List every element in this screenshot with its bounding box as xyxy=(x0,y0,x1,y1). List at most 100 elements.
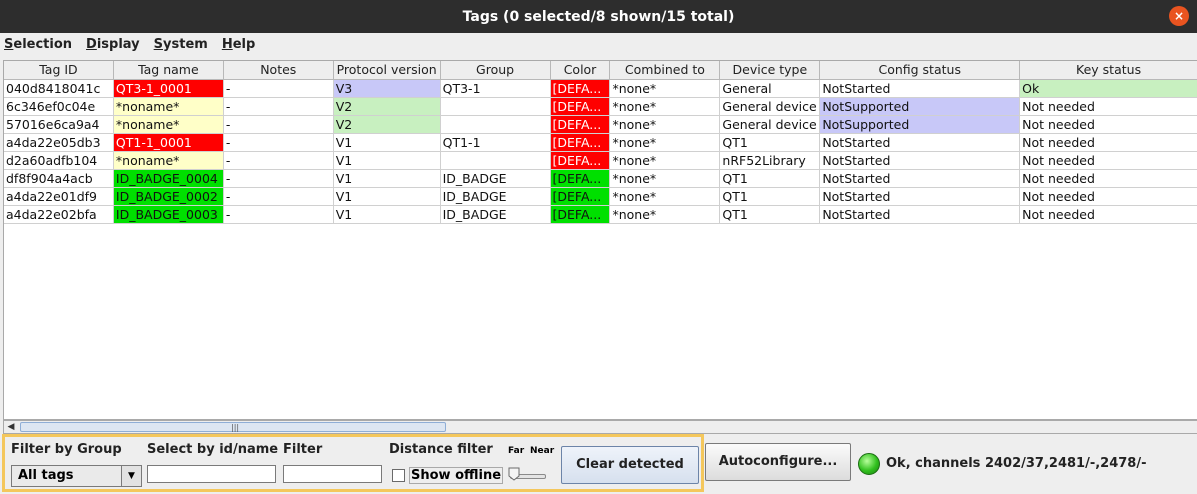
cell-combined-to: *none* xyxy=(610,116,721,133)
table-row[interactable]: 040d8418041c QT3-1_0001- V3 QT3-1 [DEFA... *n… xyxy=(4,80,1197,98)
cell-device-type: General xyxy=(720,80,821,97)
cell-group: QT1-1 xyxy=(441,134,551,151)
cell-key-status: Not needed xyxy=(1022,189,1095,204)
group-filter-dropdown[interactable]: All tags ▼ xyxy=(11,465,142,487)
table-row[interactable]: a4da22e05db3 QT1-1_0001- V1 QT1-1 [DEFA... *n… xyxy=(4,134,1197,152)
cell-device-type: nRF52Library xyxy=(720,152,821,169)
column-header-device-type[interactable]: Device type xyxy=(720,61,821,79)
filter-input[interactable] xyxy=(283,465,382,483)
cell-key-status: Not needed xyxy=(1022,207,1095,222)
clear-detected-button[interactable]: Clear detected xyxy=(561,446,699,484)
cell-notes: - xyxy=(224,206,334,223)
cell-device-type: QT1 xyxy=(720,134,821,151)
show-offline-checkbox[interactable] xyxy=(392,469,405,482)
cell-group xyxy=(441,116,551,133)
cell-device-type: General device xyxy=(720,116,821,133)
column-header-config-status[interactable]: Config status xyxy=(820,61,1021,79)
cell-notes: - xyxy=(224,170,334,187)
cell-combined-to: *none* xyxy=(610,170,721,187)
table-row[interactable]: a4da22e01df9 ID_BADGE_0002- V1 ID_BADGE [DEF… xyxy=(4,188,1197,206)
table-row[interactable]: 6c346ef0c04e *noname* - V2 [DEFA... *none* Gen… xyxy=(4,98,1197,116)
cell-combined-to: *none* xyxy=(610,98,721,115)
scroll-left-arrow-icon[interactable]: ◀ xyxy=(4,421,18,433)
title-bar: Tags (0 selected/8 shown/15 total) × xyxy=(0,0,1197,33)
cell-key-status: Not needed xyxy=(1022,99,1095,114)
cell-key-status: Not needed xyxy=(1022,117,1095,132)
cell-group: ID_BADGE xyxy=(441,188,551,205)
cell-tag-name: ID_BADGE_0002 xyxy=(113,188,224,205)
cell-combined-to: *none* xyxy=(610,152,721,169)
cell-color: [DEFA... xyxy=(550,152,611,169)
scrollbar-thumb[interactable]: ||| xyxy=(20,422,446,432)
table-row[interactable]: d2a60adfb104 *noname* - V1 [DEFA... *none* nRF… xyxy=(4,152,1197,170)
close-icon: × xyxy=(1173,9,1185,23)
column-header-combined-to[interactable]: Combined to xyxy=(610,61,721,79)
select-by-input[interactable] xyxy=(147,465,276,483)
autoconfigure-button[interactable]: Autoconfigure... xyxy=(705,443,851,481)
cell-config-status: NotStarted xyxy=(820,80,1021,97)
menu-bar: Selection Display System Help xyxy=(0,33,1197,55)
cell-tag-id: a4da22e02bfa xyxy=(4,206,114,223)
table-row[interactable]: df8f904a4acb ID_BADGE_0004- V1 ID_BADGE [DEF… xyxy=(4,170,1197,188)
cell-device-type: QT1 xyxy=(720,188,821,205)
filter-label: Filter xyxy=(283,442,323,457)
cell-notes: - xyxy=(224,116,334,133)
cell-group: QT3-1 xyxy=(441,80,551,97)
cell-color: [DEFA... xyxy=(550,188,611,205)
cell-tag-id: 6c346ef0c04e xyxy=(4,98,114,115)
column-header-group[interactable]: Group xyxy=(441,61,551,79)
table-body: 040d8418041c QT3-1_0001- V3 QT3-1 [DEFA... *n… xyxy=(4,80,1197,224)
cell-tag-id: a4da22e01df9 xyxy=(4,188,114,205)
cell-group: ID_BADGE xyxy=(441,170,551,187)
cell-tag-id: a4da22e05db3 xyxy=(4,134,114,151)
cell-group xyxy=(441,152,551,169)
slider-knob-icon[interactable] xyxy=(508,467,520,481)
column-header-notes[interactable]: Notes xyxy=(224,61,334,79)
cell-protocol-version: V2 xyxy=(333,98,441,115)
tags-table[interactable]: Tag ID Tag name Notes Protocol version G… xyxy=(3,60,1197,420)
cell-combined-to: *none* xyxy=(610,134,721,151)
cell-color: [DEFA... xyxy=(550,206,611,223)
column-header-key-status[interactable]: Key status xyxy=(1020,61,1197,79)
table-row[interactable]: 57016e6ca9a4 *noname* - V2 [DEFA... *none* Gen… xyxy=(4,116,1197,134)
cell-notes: - xyxy=(224,80,334,97)
cell-notes: - xyxy=(224,134,334,151)
cell-tag-name: *noname* xyxy=(113,152,224,169)
table-row[interactable]: a4da22e02bfa ID_BADGE_0003- V1 ID_BADGE [DEF… xyxy=(4,206,1197,224)
close-button[interactable]: × xyxy=(1169,6,1189,26)
status-led-icon xyxy=(858,453,880,475)
cell-key-status: Ok xyxy=(1020,80,1197,97)
cell-color: [DEFA... xyxy=(550,80,611,97)
menu-help[interactable]: Help xyxy=(222,37,255,52)
cell-tag-id: df8f904a4acb xyxy=(4,170,114,187)
cell-protocol-version: V1 xyxy=(334,206,441,223)
cell-device-type: QT1 xyxy=(720,170,821,187)
filter-panel: Filter by Group All tags ▼ Select by id/… xyxy=(2,434,704,492)
column-header-protocol-version[interactable]: Protocol version xyxy=(334,61,441,79)
cell-protocol-version: V3 xyxy=(333,80,441,97)
column-header-color[interactable]: Color xyxy=(551,61,611,79)
menu-selection[interactable]: Selection xyxy=(4,37,72,52)
cell-notes: - xyxy=(224,188,334,205)
cell-combined-to: *none* xyxy=(610,80,721,97)
cell-notes: - xyxy=(224,152,334,169)
cell-tag-name: *noname* xyxy=(113,98,224,115)
cell-config-status: NotStarted xyxy=(820,206,1021,223)
select-by-label: Select by id/name xyxy=(147,442,279,457)
cell-config-status: NotStarted xyxy=(820,170,1021,187)
cell-notes: - xyxy=(224,98,334,115)
horizontal-scrollbar[interactable]: ◀ ||| xyxy=(3,420,1197,434)
cell-device-type: General device xyxy=(720,98,821,115)
cell-config-status: NotSupported xyxy=(820,116,1021,133)
menu-system[interactable]: System xyxy=(154,37,208,52)
cell-tag-id: 57016e6ca9a4 xyxy=(4,116,114,133)
status-text: Ok, channels 2402/37,2481/-,2478/- xyxy=(886,456,1147,471)
cell-tag-name: QT3-1_0001 xyxy=(113,80,224,97)
far-label: Far xyxy=(508,446,525,456)
show-offline-label[interactable]: Show offline xyxy=(409,467,504,484)
cell-combined-to: *none* xyxy=(610,206,721,223)
column-header-tag-id[interactable]: Tag ID xyxy=(4,61,114,79)
menu-display[interactable]: Display xyxy=(86,37,140,52)
cell-group: ID_BADGE xyxy=(441,206,551,223)
column-header-tag-name[interactable]: Tag name xyxy=(114,61,224,79)
